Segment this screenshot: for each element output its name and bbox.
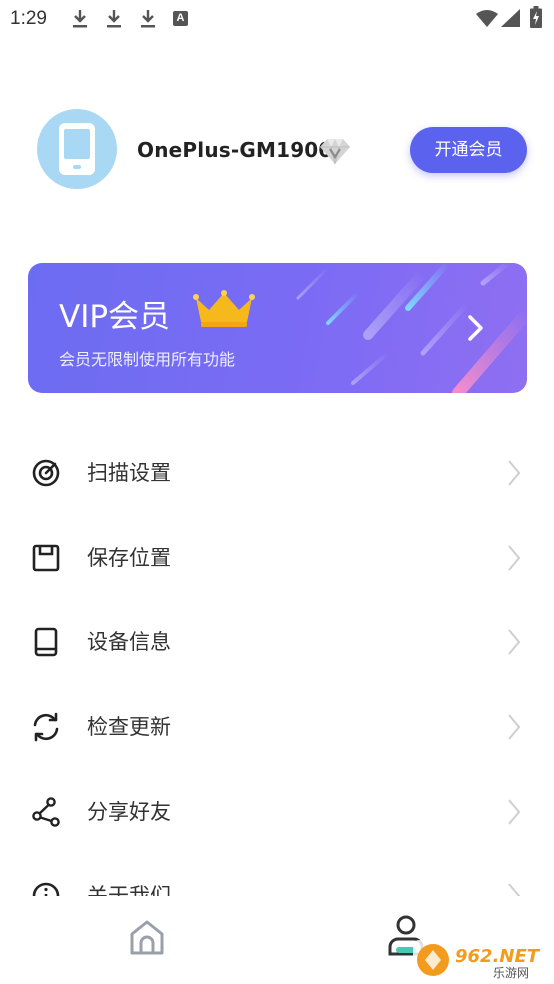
menu-item-check-update[interactable]: 检查更新 <box>0 692 554 776</box>
share-icon <box>32 797 60 827</box>
menu-item-label: 检查更新 <box>87 715 171 739</box>
target-icon <box>32 459 60 487</box>
tablet-icon <box>34 627 58 657</box>
watermark-subtext: 乐游网 <box>493 966 529 980</box>
wifi-icon <box>476 10 498 27</box>
chevron-right-icon <box>508 714 521 740</box>
menu-item-save-location[interactable]: 保存位置 <box>0 523 554 607</box>
notification-a-icon: A <box>173 11 188 26</box>
download-icon <box>141 10 155 28</box>
phone-icon <box>59 123 95 175</box>
download-icon <box>107 10 121 28</box>
menu-item-label: 扫描设置 <box>87 461 171 485</box>
menu-item-share-friends[interactable]: 分享好友 <box>0 777 554 861</box>
vip-card[interactable]: VIP会员 会员无限制使用所有功能 <box>28 263 527 393</box>
menu-item-device-info[interactable]: 设备信息 <box>0 607 554 691</box>
chevron-right-icon <box>508 545 521 571</box>
floppy-disk-icon <box>32 544 60 572</box>
vip-title: VIP会员 <box>59 299 171 335</box>
menu-item-scan-settings[interactable]: 扫描设置 <box>0 438 554 522</box>
chevron-right-icon <box>508 629 521 655</box>
status-bar: 1:29 A <box>0 0 554 38</box>
diamond-icon <box>320 139 350 165</box>
signal-icon <box>501 9 520 27</box>
watermark-logo: 962.NET 乐游网 <box>413 940 551 980</box>
menu-item-label: 设备信息 <box>87 630 171 654</box>
refresh-icon <box>33 712 59 742</box>
download-icon <box>73 10 87 28</box>
menu-item-label: 保存位置 <box>87 546 171 570</box>
watermark-text: 962.NET <box>455 946 541 967</box>
status-time: 1:29 <box>10 8 47 29</box>
home-icon[interactable] <box>127 918 167 958</box>
open-vip-button[interactable]: 开通会员 <box>410 127 527 173</box>
vip-subtitle: 会员无限制使用所有功能 <box>59 350 236 369</box>
avatar[interactable] <box>37 109 117 189</box>
device-name: OnePlus-GM1900 <box>137 138 333 162</box>
battery-charging-icon <box>530 6 542 28</box>
chevron-right-icon <box>508 460 521 486</box>
chevron-right-icon <box>468 315 483 341</box>
chevron-right-icon <box>508 799 521 825</box>
crown-icon <box>193 290 255 327</box>
menu-item-label: 分享好友 <box>87 800 171 824</box>
